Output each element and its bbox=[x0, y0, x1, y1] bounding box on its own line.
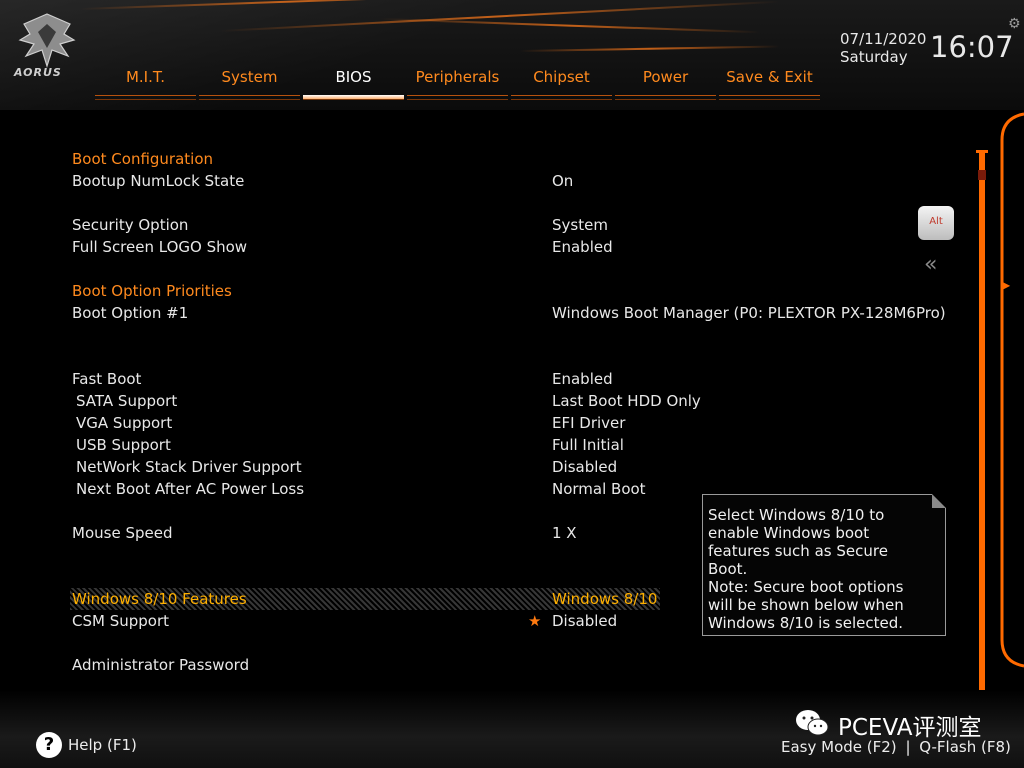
date-text: 07/11/2020 bbox=[840, 30, 927, 48]
setting-label: Security Option bbox=[72, 216, 189, 234]
scrollbar-rail bbox=[979, 150, 985, 700]
decorative-streak bbox=[519, 45, 780, 52]
tab-system[interactable]: System bbox=[199, 66, 300, 100]
help-line: enable Windows boot bbox=[708, 524, 870, 542]
setting-network-stack[interactable]: NetWork Stack Driver Support Disabled bbox=[72, 456, 952, 478]
setting-value[interactable]: Enabled bbox=[552, 368, 613, 390]
section-boot-option-priorities: Boot Option Priorities bbox=[72, 280, 952, 302]
setting-value[interactable]: Windows Boot Manager (P0: PLEXTOR PX-128… bbox=[552, 302, 946, 324]
setting-label: Mouse Speed bbox=[72, 524, 173, 542]
setting-value[interactable]: Full Initial bbox=[552, 434, 624, 456]
header-bar: AORUS M.I.T. System BIOS Peripherals Chi… bbox=[0, 0, 1024, 110]
setting-value[interactable]: Disabled bbox=[552, 456, 617, 478]
setting-admin-password[interactable]: Administrator Password bbox=[72, 654, 952, 676]
help-line: Boot. bbox=[708, 560, 748, 578]
day-text: Saturday bbox=[840, 48, 908, 66]
setting-value[interactable]: Enabled bbox=[552, 236, 613, 258]
setting-value[interactable]: On bbox=[552, 170, 573, 192]
tab-save-exit[interactable]: Save & Exit bbox=[719, 66, 820, 100]
vertical-scrollbar[interactable] bbox=[976, 150, 988, 700]
setting-full-screen-logo[interactable]: Full Screen LOGO Show Enabled bbox=[72, 236, 952, 258]
setting-value[interactable]: EFI Driver bbox=[552, 412, 625, 434]
setting-usb-support[interactable]: USB Support Full Initial bbox=[72, 434, 952, 456]
setting-label: Fast Boot bbox=[72, 370, 142, 388]
setting-value[interactable]: Disabled bbox=[552, 610, 617, 632]
help-line: Select Windows 8/10 to bbox=[708, 506, 885, 524]
setting-value[interactable]: Windows 8/10 bbox=[552, 588, 657, 610]
help-line: features such as Secure bbox=[708, 542, 888, 560]
setting-label: Bootup NumLock State bbox=[72, 172, 245, 190]
easy-mode-button[interactable]: Easy Mode (F2) bbox=[781, 738, 897, 756]
setting-label: Full Screen LOGO Show bbox=[72, 238, 248, 256]
help-line: Note: Secure boot options bbox=[708, 578, 904, 596]
watermark-text: PCEVA评测室 bbox=[838, 715, 982, 741]
setting-label: NetWork Stack Driver Support bbox=[76, 458, 302, 476]
setting-security-option[interactable]: Security Option System bbox=[72, 214, 952, 236]
help-tooltip: Select Windows 8/10 to enable Windows bo… bbox=[702, 494, 946, 636]
decorative-streak bbox=[79, 0, 500, 10]
setting-value[interactable]: System bbox=[552, 214, 608, 236]
expand-panel-arrow-icon[interactable]: ▶ bbox=[1001, 278, 1010, 292]
tab-chipset[interactable]: Chipset bbox=[511, 66, 612, 100]
tab-bios[interactable]: BIOS bbox=[303, 66, 404, 100]
tab-peripherals[interactable]: Peripherals bbox=[407, 66, 508, 100]
setting-boot-option-1[interactable]: Boot Option #1 Windows Boot Manager (P0:… bbox=[72, 302, 952, 324]
qflash-button[interactable]: Q-Flash (F8) bbox=[919, 738, 1011, 756]
logo-text: AORUS bbox=[14, 66, 62, 79]
help-line: will be shown below when bbox=[708, 596, 904, 614]
setting-label: Boot Option #1 bbox=[72, 304, 189, 322]
setting-value[interactable]: Last Boot HDD Only bbox=[552, 390, 701, 412]
section-title: Boot Configuration bbox=[72, 150, 214, 168]
tab-mit[interactable]: M.I.T. bbox=[95, 66, 196, 100]
clock-time: 16:07 bbox=[930, 30, 1014, 64]
tab-power[interactable]: Power bbox=[615, 66, 716, 100]
setting-label: Next Boot After AC Power Loss bbox=[76, 480, 305, 498]
setting-label: VGA Support bbox=[76, 414, 173, 432]
gear-icon[interactable]: ⚙ bbox=[1008, 16, 1021, 32]
help-question-icon[interactable]: ? bbox=[36, 732, 62, 758]
side-panel-handle[interactable] bbox=[996, 110, 1024, 670]
double-chevron-left-icon[interactable]: « bbox=[924, 252, 938, 277]
separator: | bbox=[905, 738, 911, 756]
setting-label: Administrator Password bbox=[72, 656, 250, 674]
section-title: Boot Option Priorities bbox=[72, 282, 232, 300]
date-display: 07/11/2020 Saturday bbox=[840, 30, 926, 66]
setting-windows-features[interactable]: Windows 8/10 Features Windows 8/10 bbox=[70, 588, 660, 610]
main-tabs: M.I.T. System BIOS Peripherals Chipset P… bbox=[95, 66, 823, 102]
scrollbar-thumb[interactable] bbox=[978, 170, 986, 180]
folded-corner bbox=[932, 494, 946, 508]
setting-label: USB Support bbox=[76, 436, 171, 454]
section-boot-configuration: Boot Configuration bbox=[72, 148, 952, 170]
wechat-icon bbox=[796, 710, 829, 736]
setting-label: CSM Support bbox=[72, 612, 170, 630]
setting-bootup-numlock[interactable]: Bootup NumLock State On bbox=[72, 170, 952, 192]
alt-key-button[interactable]: Alt bbox=[918, 206, 954, 240]
help-label: Help (F1) bbox=[68, 736, 137, 754]
setting-value[interactable]: 1 X bbox=[552, 522, 577, 544]
scrollbar-cap-top bbox=[976, 150, 988, 153]
setting-label: SATA Support bbox=[76, 392, 178, 410]
setting-value[interactable]: Normal Boot bbox=[552, 478, 646, 500]
decorative-streak bbox=[379, 18, 760, 34]
setting-fast-boot[interactable]: Fast Boot Enabled bbox=[72, 368, 952, 390]
decorative-streak bbox=[219, 0, 780, 32]
bottom-links: Easy Mode (F2) | Q-Flash (F8) bbox=[781, 738, 1011, 756]
setting-label: Windows 8/10 Features bbox=[72, 590, 247, 608]
help-line: Windows 8/10 is selected. bbox=[708, 614, 904, 632]
setting-vga-support[interactable]: VGA Support EFI Driver bbox=[72, 412, 952, 434]
setting-sata-support[interactable]: SATA Support Last Boot HDD Only bbox=[72, 390, 952, 412]
